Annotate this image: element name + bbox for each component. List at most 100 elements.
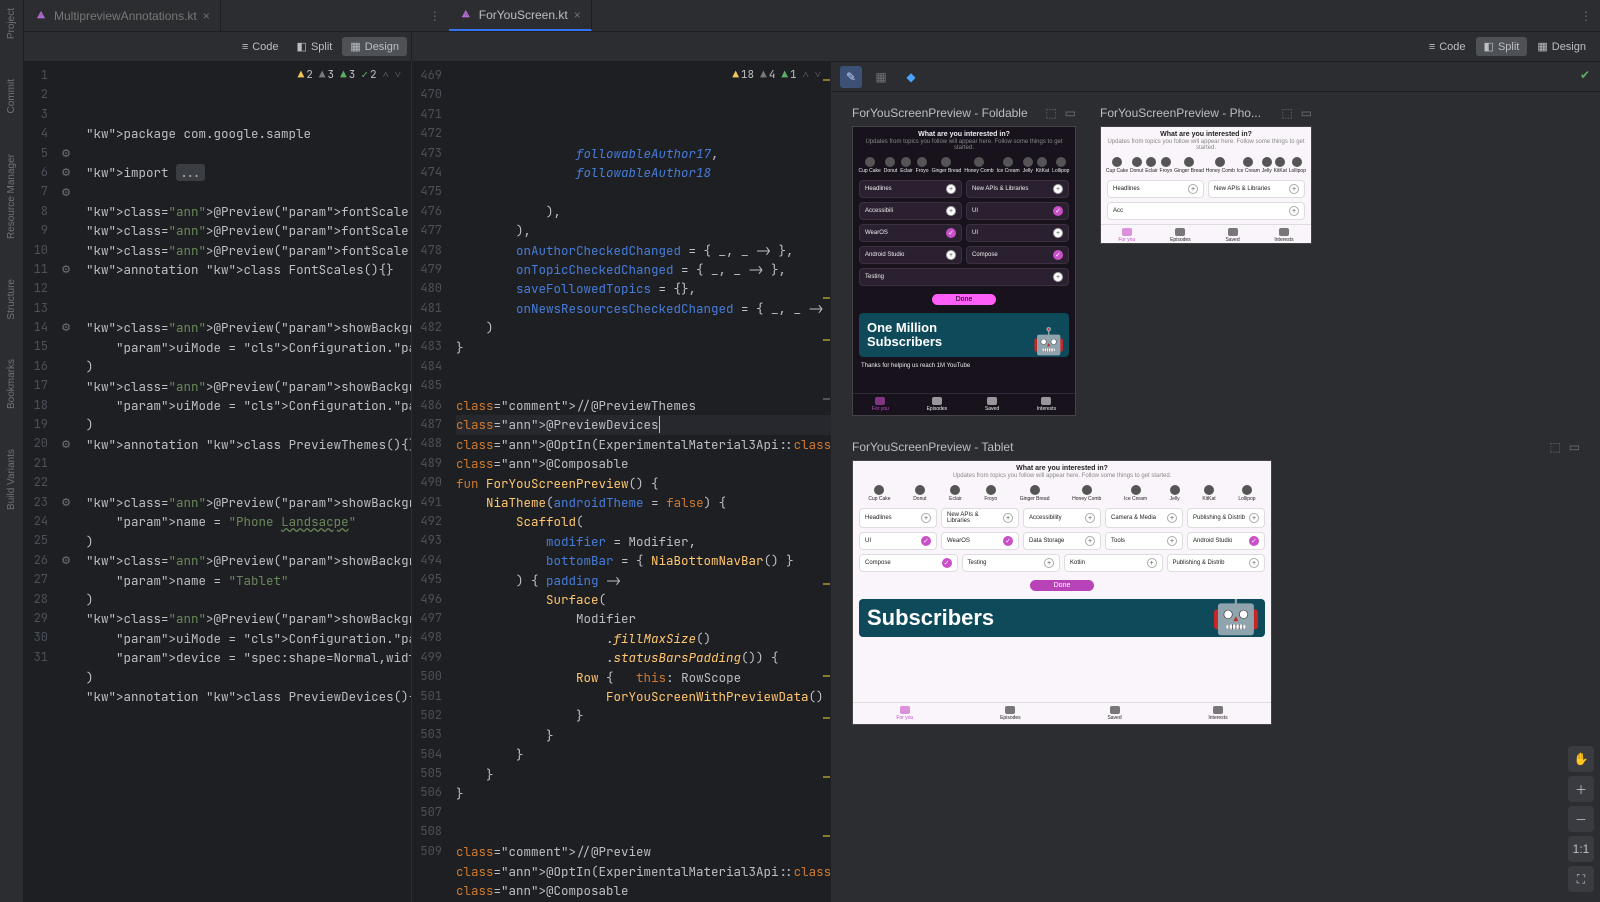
kotlin-file-icon: ⟁	[459, 8, 473, 22]
hero-card: One Million Subscribers 🤖	[859, 313, 1069, 357]
bottom-nav: For youEpisodesSavedInterests	[853, 393, 1075, 415]
preview-toolbar: ✎ ▦ ◆ ✔	[832, 62, 1600, 92]
gutter-preview-icon[interactable]: ⚙	[61, 438, 71, 451]
preview-canvas[interactable]: ForYouScreenPreview - Foldable ⬚ ▭ What …	[832, 92, 1600, 902]
preview-phone: ForYouScreenPreview - Pho... ⬚ ▭ What ar…	[1100, 106, 1312, 416]
topic-chips: Headlines+New APIs & Libraries+Accessibi…	[853, 504, 1271, 576]
layers-icon[interactable]: ◆	[900, 66, 922, 88]
inspection-widget[interactable]: ▲18 ▲4 ▲1 ˄ ˅	[728, 64, 825, 87]
avatar-row: Cup CakeDonutEclairFroyoGinger BreadHone…	[1101, 155, 1311, 176]
typo-icon: ▲	[340, 66, 347, 85]
avatar-row: Cup CakeDonutEclairFroyoGinger BreadHone…	[853, 483, 1271, 504]
editor-tabs-bar: ⟁ MultipreviewAnnotations.kt × ⋮ ⟁ ForYo…	[24, 0, 1600, 32]
weak-warning-icon: ▲	[760, 66, 767, 85]
close-icon[interactable]: ×	[203, 9, 210, 23]
done-button: Done	[932, 294, 997, 305]
weak-warning-icon: ▲	[319, 66, 326, 85]
editor-right[interactable]: 4694704714724734744754764774784794804814…	[412, 62, 832, 902]
deploy-icon[interactable]: ⬚	[1045, 106, 1056, 120]
code-body-right[interactable]: ▲18 ▲4 ▲1 ˄ ˅	[448, 62, 831, 902]
tab-menu-icon[interactable]: ⋮	[1572, 0, 1600, 31]
code-icon: ≡	[1429, 41, 1435, 53]
design-icon: ▦	[1537, 40, 1547, 53]
editor-left[interactable]: 1234567891011121314151617181920212223242…	[24, 62, 412, 902]
preview-title: ForYouScreenPreview - Tablet	[852, 440, 1013, 454]
design-icon: ▦	[350, 40, 360, 53]
file-tab-multipreview[interactable]: ⟁ MultipreviewAnnotations.kt ×	[24, 0, 221, 31]
topic-chips: Headlines+New APIs & Libraries+Acc+	[1101, 176, 1311, 224]
build-ok-icon: ✔	[1580, 68, 1590, 82]
line-number-gutter: 4694704714724734744754764774784794804814…	[412, 62, 448, 902]
compose-preview-pane: ✎ ▦ ◆ ✔ ForYouScreenPreview - Foldable ⬚…	[832, 62, 1600, 902]
tab-menu-icon[interactable]: ⋮	[421, 0, 449, 31]
gutter-preview-icon[interactable]: ⚙	[61, 147, 71, 160]
view-design-button[interactable]: ▦Design	[342, 37, 407, 56]
animation-icon[interactable]: ▭	[1065, 106, 1076, 120]
gutter-preview-icon[interactable]: ⚙	[61, 186, 71, 199]
grid-icon[interactable]: ▦	[870, 66, 892, 88]
preview-tablet: ForYouScreenPreview - Tablet ⬚ ▭ What ar…	[852, 440, 1580, 725]
chevron-down-icon[interactable]: ˅	[395, 66, 401, 85]
code-body-left[interactable]: ▲2 ▲3 ▲3 ✓2 ˄ ˅ "kw">package com.google.…	[78, 62, 411, 902]
avatar-row: Cup CakeDonutEclairFroyoGinger BreadHone…	[853, 155, 1075, 176]
chevron-up-icon[interactable]: ˄	[383, 66, 389, 85]
bottom-nav: For youEpisodesSavedInterests	[853, 702, 1271, 724]
device-frame[interactable]: What are you interested in? Updates from…	[852, 126, 1076, 416]
rail-resource-manager[interactable]: Resource Manager	[6, 154, 17, 239]
check-icon: ✓	[361, 66, 368, 85]
view-split-button[interactable]: ◧Split	[1476, 37, 1528, 56]
preview-title: ForYouScreenPreview - Pho...	[1100, 106, 1261, 120]
device-frame[interactable]: What are you interested in? Updates from…	[1100, 126, 1312, 244]
split-icon: ◧	[1484, 40, 1494, 53]
android-confetti-art: 🤖	[1211, 599, 1261, 637]
inspection-widget[interactable]: ▲2 ▲3 ▲3 ✓2 ˄ ˅	[294, 64, 405, 87]
view-code-button[interactable]: ≡Code	[1421, 38, 1474, 56]
interactive-mode-icon[interactable]: ✎	[840, 66, 862, 88]
view-code-button[interactable]: ≡Code	[234, 38, 287, 56]
preview-title: ForYouScreenPreview - Foldable	[852, 106, 1028, 120]
gutter-preview-icon[interactable]: ⚙	[61, 321, 71, 334]
close-icon[interactable]: ×	[574, 8, 581, 22]
gutter-preview-icon[interactable]: ⚙	[61, 263, 71, 276]
pan-icon[interactable]: ✋	[1568, 746, 1594, 772]
zoom-in-icon[interactable]: ＋	[1568, 776, 1594, 802]
chevron-up-icon[interactable]: ˄	[803, 66, 809, 85]
split-panes: 1234567891011121314151617181920212223242…	[24, 62, 1600, 902]
deploy-icon[interactable]: ⬚	[1281, 106, 1292, 120]
file-tab-foryouscreen[interactable]: ⟁ ForYouScreen.kt ×	[449, 0, 592, 31]
bottom-nav: For youEpisodesSavedInterests	[1101, 224, 1311, 246]
error-stripe[interactable]	[821, 62, 831, 902]
view-toggle-left: ≡Code ◧Split ▦Design	[24, 32, 412, 62]
preview-foldable: ForYouScreenPreview - Foldable ⬚ ▭ What …	[852, 106, 1076, 416]
main-area: ⟁ MultipreviewAnnotations.kt × ⋮ ⟁ ForYo…	[24, 0, 1600, 902]
file-tab-label: MultipreviewAnnotations.kt	[54, 9, 197, 23]
rail-bookmarks[interactable]: Bookmarks	[6, 359, 17, 409]
animation-icon[interactable]: ▭	[1569, 440, 1580, 454]
deploy-icon[interactable]: ⬚	[1549, 440, 1560, 454]
zoom-out-icon[interactable]: －	[1568, 806, 1594, 832]
zoom-ratio[interactable]: 1:1	[1568, 836, 1594, 862]
rail-commit[interactable]: Commit	[6, 79, 17, 113]
view-split-button[interactable]: ◧Split	[289, 37, 341, 56]
left-tool-rail: Project Commit Resource Manager Structur…	[0, 0, 24, 902]
gutter-preview-icon[interactable]: ⚙	[61, 166, 71, 179]
device-frame[interactable]: What are you interested in? Updates from…	[852, 460, 1272, 725]
rail-structure[interactable]: Structure	[6, 279, 17, 320]
code-icon: ≡	[242, 41, 248, 53]
zoom-fit-icon[interactable]: ⛶	[1568, 866, 1594, 892]
warning-icon: ▲	[298, 66, 305, 85]
gutter-preview-icon[interactable]: ⚙	[61, 496, 71, 509]
hero-card: Subscribers 🤖	[859, 599, 1265, 637]
done-button: Done	[1030, 580, 1095, 591]
file-tab-label: ForYouScreen.kt	[479, 8, 568, 22]
preview-zoom-controls: ✋ ＋ － 1:1 ⛶	[1568, 746, 1594, 892]
animation-icon[interactable]: ▭	[1301, 106, 1312, 120]
warning-icon: ▲	[732, 66, 739, 85]
gutter-preview-icon[interactable]: ⚙	[61, 554, 71, 567]
view-toggle-right: ≡Code ◧Split ▦Design	[412, 32, 1600, 62]
split-icon: ◧	[297, 40, 307, 53]
rail-project[interactable]: Project	[6, 8, 17, 39]
typo-icon: ▲	[781, 66, 788, 85]
view-design-button[interactable]: ▦Design	[1529, 37, 1594, 56]
rail-build-variants[interactable]: Build Variants	[6, 449, 17, 510]
